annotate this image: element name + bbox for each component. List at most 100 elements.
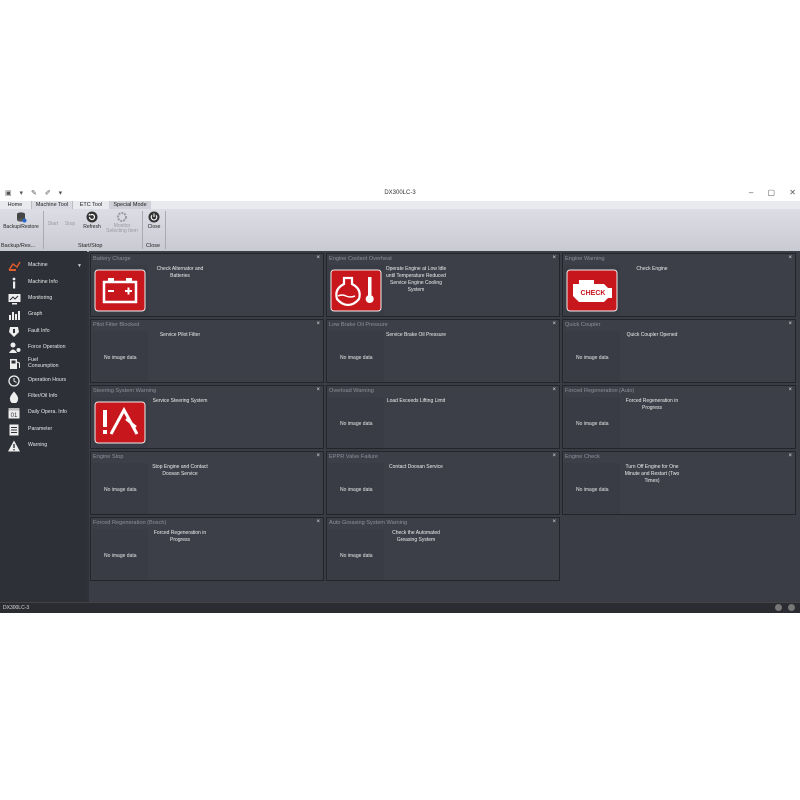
sidebar-item-monitoring[interactable]: Monitoring bbox=[8, 292, 86, 306]
close-icon[interactable]: × bbox=[788, 453, 792, 459]
connection-icon[interactable] bbox=[788, 604, 795, 611]
parameter-icon bbox=[9, 424, 19, 436]
machine-icon bbox=[8, 261, 21, 271]
close-icon[interactable]: × bbox=[316, 453, 320, 459]
backup-restore-label: Backup/Restore bbox=[3, 224, 39, 230]
panel-title: Forced Regeneration (Bosch) bbox=[93, 520, 167, 526]
close-icon[interactable]: × bbox=[316, 321, 320, 327]
ribbon-separator bbox=[43, 211, 44, 249]
group-label-backup: Backup/Res... bbox=[1, 243, 36, 249]
panel-title: Forced Regeneration (Auto) bbox=[565, 388, 635, 394]
panel-description: Quick Coupler Opened bbox=[626, 332, 678, 338]
sidebar-item-label: Daily Opera. Info bbox=[28, 409, 67, 415]
tab-home[interactable]: Home bbox=[3, 201, 27, 209]
sidebar-item-warning[interactable]: Warning bbox=[8, 439, 86, 453]
calendar-icon: 01 bbox=[8, 408, 20, 419]
close-icon[interactable]: × bbox=[788, 321, 792, 327]
panel-title: Engine Stop bbox=[93, 454, 124, 460]
close-icon[interactable]: × bbox=[316, 519, 320, 525]
clock-icon bbox=[8, 375, 20, 387]
maximize-button[interactable]: ▢ bbox=[768, 188, 776, 197]
close-icon[interactable]: × bbox=[552, 453, 556, 459]
sidebar-item-parameter[interactable]: Parameter bbox=[8, 423, 86, 437]
monitoring-item-label: Monitor Selecting Item bbox=[106, 223, 138, 234]
refresh-button[interactable]: Refresh bbox=[81, 211, 103, 230]
tab-etc-tool[interactable]: ETC Tool bbox=[76, 201, 106, 209]
no-image-text: No image data bbox=[340, 355, 373, 361]
sidebar-item-label: Machine Info bbox=[28, 279, 58, 285]
warning-panel: Engine Check × No image data Turn Off En… bbox=[562, 451, 796, 515]
tab-special-mode[interactable]: Special Mode bbox=[109, 201, 151, 209]
sidebar-item-graph[interactable]: Graph bbox=[8, 308, 86, 322]
panel-title: Engine Warning bbox=[565, 256, 605, 262]
window-title: DX300LC-3 bbox=[384, 190, 416, 196]
sidebar-item-operation-hours[interactable]: Operation Hours bbox=[8, 374, 86, 388]
no-image-text: No image data bbox=[104, 355, 137, 361]
minimize-button[interactable]: – bbox=[749, 188, 753, 197]
check-engine-text: CHECK bbox=[581, 290, 606, 297]
sidebar-item-fault-info[interactable]: Fault Info bbox=[8, 325, 86, 339]
sidebar-item-machine[interactable]: Machine ▼ bbox=[8, 259, 86, 273]
panel-image-placeholder: No image data bbox=[92, 331, 148, 382]
panel-title: Engine Coolant Overheat bbox=[329, 256, 392, 262]
sidebar-item-daily-opera-info[interactable]: 01 Daily Opera. Info bbox=[8, 406, 86, 420]
panel-description: Operate Engine at Low Idle until Tempera… bbox=[385, 266, 447, 293]
warning-icon bbox=[8, 440, 20, 452]
close-icon[interactable]: × bbox=[788, 255, 792, 261]
monitoring-item-button[interactable]: Monitor Selecting Item bbox=[106, 211, 138, 234]
sidebar-item-filter-oil-info[interactable]: Filter/Oil Info bbox=[8, 390, 86, 404]
warning-panel: Overload Warning × No image data Load Ex… bbox=[326, 385, 560, 449]
close-icon[interactable]: × bbox=[316, 255, 320, 261]
ribbon: Backup/Restore Start Stop Refresh Monito… bbox=[0, 209, 800, 252]
coolant-icon bbox=[328, 265, 384, 316]
panel-title: EPPR Valve Failure bbox=[329, 454, 379, 460]
warning-panel: Engine Stop × No image data Stop Engine … bbox=[90, 451, 324, 515]
monitor-gear-icon bbox=[117, 212, 127, 222]
warning-panel: Low Brake Oil Pressure × No image data S… bbox=[326, 319, 560, 383]
sidebar-item-force-operation[interactable]: Force Operation bbox=[8, 341, 86, 355]
window-close-button[interactable]: ✕ bbox=[789, 188, 796, 197]
battery-icon bbox=[92, 265, 148, 316]
panel-image-placeholder: No image data bbox=[564, 331, 620, 382]
chevron-down-icon[interactable]: ▼ bbox=[77, 263, 82, 269]
sidebar-item-label: Warning bbox=[28, 442, 48, 448]
sidebar-item-label: Force Operation bbox=[28, 344, 66, 350]
backup-restore-button[interactable]: Backup/Restore bbox=[2, 211, 40, 230]
start-label: Start bbox=[47, 221, 59, 227]
close-icon[interactable]: × bbox=[552, 519, 556, 525]
steering-warning-icon bbox=[92, 397, 148, 448]
start-button[interactable]: Start bbox=[46, 221, 60, 227]
panel-description: Check the Automated Greasing System bbox=[392, 530, 440, 543]
panel-description: Stop Engine and Contact Doosan Service bbox=[152, 464, 208, 477]
panel-title: Battery Charge bbox=[93, 256, 131, 262]
warning-panel-grid: Battery Charge × Check Alternator and Ba… bbox=[89, 251, 800, 602]
tab-machine-tool[interactable]: Machine Tool bbox=[31, 201, 73, 209]
panel-title: Engine Check bbox=[565, 454, 600, 460]
panel-description: Forced Regeneration in Progress bbox=[625, 398, 679, 411]
close-icon[interactable]: × bbox=[552, 255, 556, 261]
sidebar-item-machine-info[interactable]: Machine Info bbox=[8, 276, 86, 290]
no-image-text: No image data bbox=[340, 487, 373, 493]
close-icon[interactable]: × bbox=[552, 321, 556, 327]
sidebar-item-label: Operation Hours bbox=[28, 377, 67, 383]
close-button[interactable]: Close bbox=[145, 211, 163, 230]
panel-description: Check Engine bbox=[636, 266, 668, 272]
fault-icon bbox=[9, 327, 19, 337]
warning-panel: Forced Regeneration (Auto) × No image da… bbox=[562, 385, 796, 449]
warning-panel: Steering System Warning × Service Steeri… bbox=[90, 385, 324, 449]
monitor-icon bbox=[8, 294, 21, 305]
close-icon[interactable]: × bbox=[788, 387, 792, 393]
close-icon[interactable]: × bbox=[316, 387, 320, 393]
panel-description: Forced Regeneration in Progress bbox=[153, 530, 207, 543]
stop-button[interactable]: Stop bbox=[63, 221, 77, 227]
panel-description: Load Exceeds Lifting Limit bbox=[386, 398, 446, 404]
panel-title: Overload Warning bbox=[329, 388, 374, 394]
panel-title: Auto Greasing System Warning bbox=[329, 520, 408, 526]
fuel-icon bbox=[10, 359, 20, 369]
panel-image-placeholder: No image data bbox=[328, 463, 384, 514]
close-label: Close bbox=[147, 224, 161, 230]
sidebar-item-fuel-consumption[interactable]: Fuel Consumption bbox=[8, 357, 86, 371]
close-icon[interactable]: × bbox=[552, 387, 556, 393]
settings-icon[interactable] bbox=[775, 604, 782, 611]
sidebar-item-label: Filter/Oil Info bbox=[28, 393, 58, 399]
